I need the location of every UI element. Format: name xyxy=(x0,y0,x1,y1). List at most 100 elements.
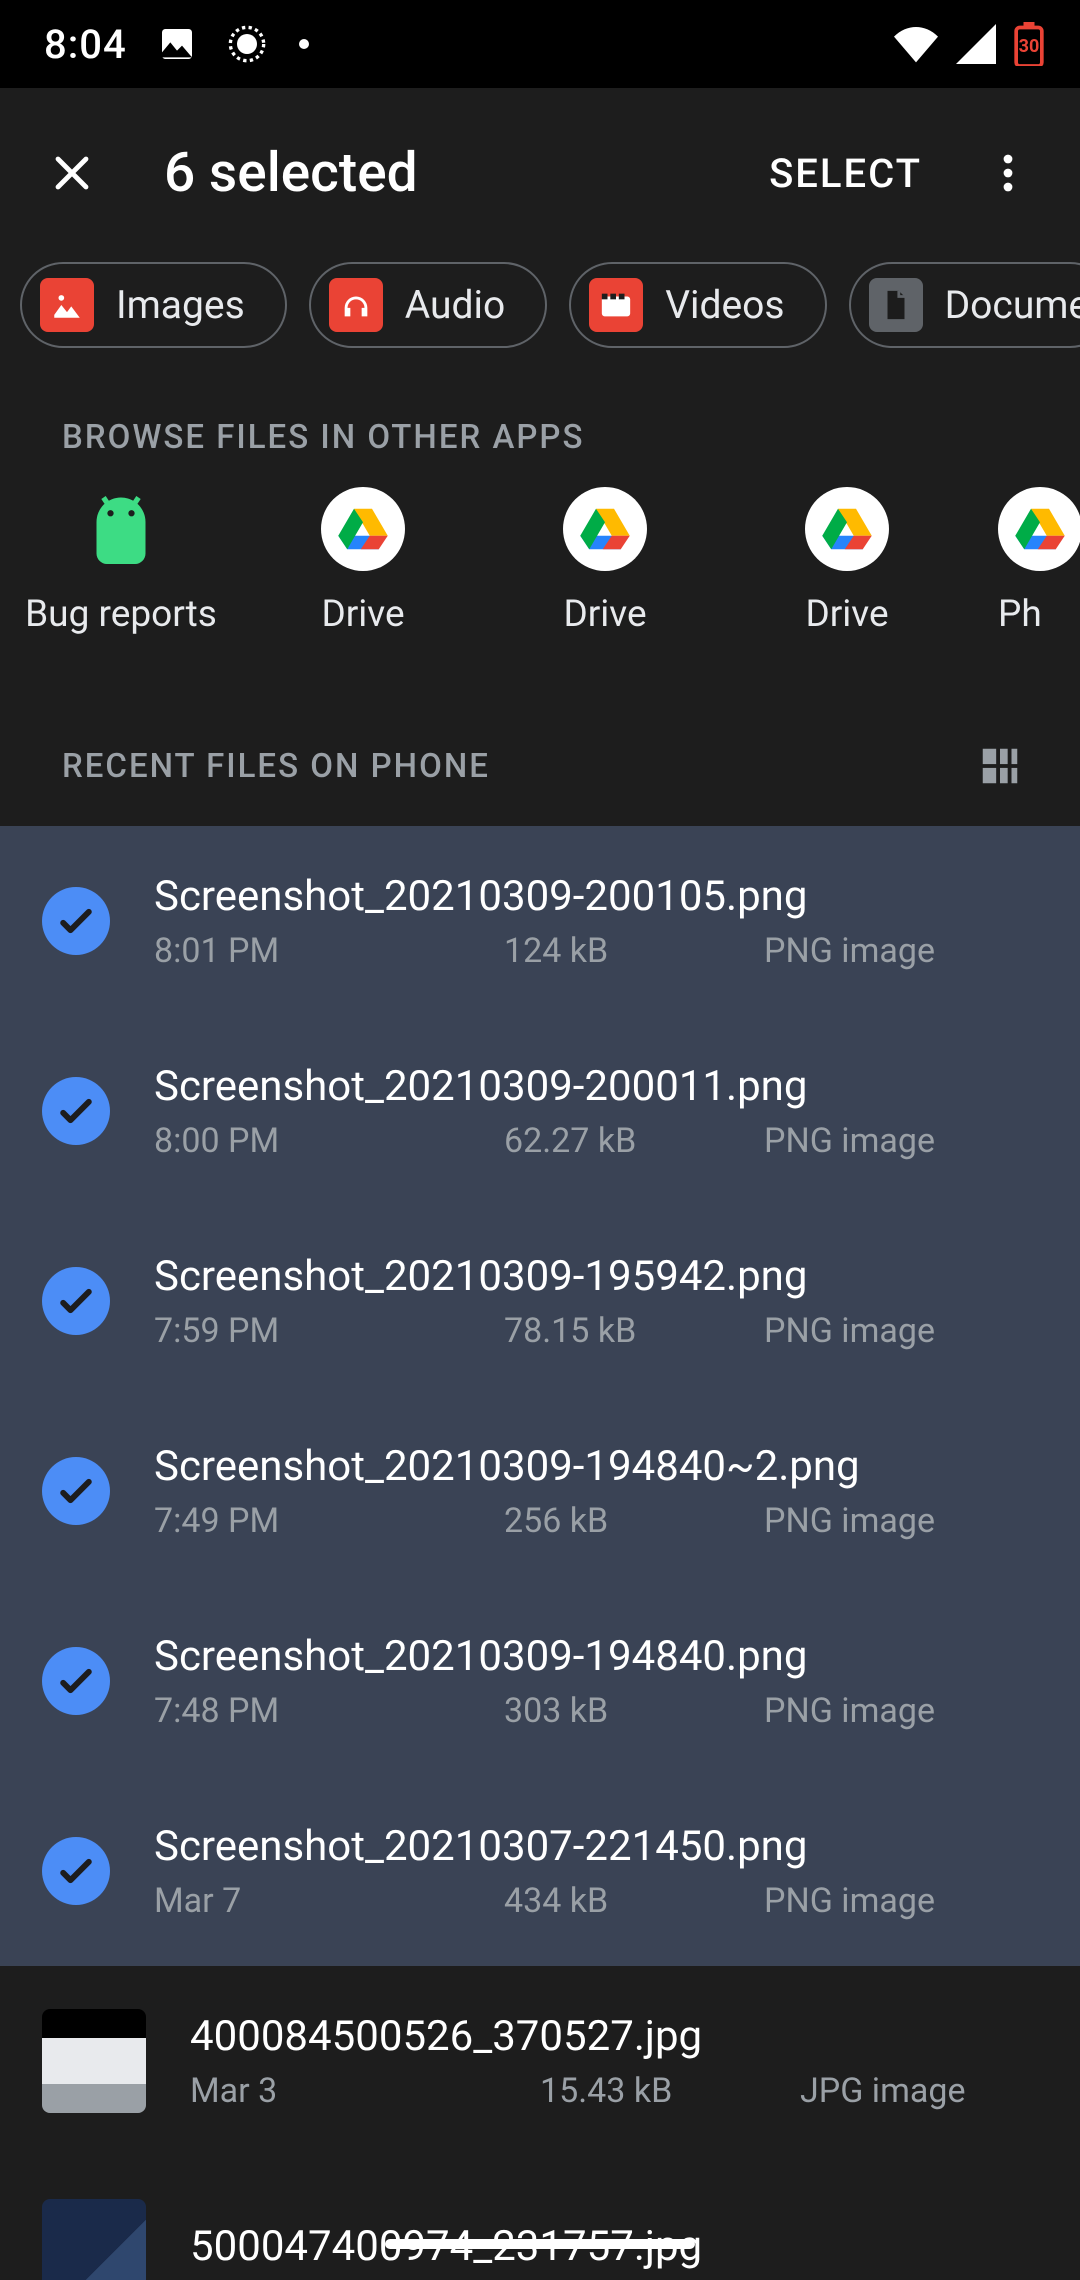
app-label: Drive xyxy=(321,593,404,636)
file-time: Mar 3 xyxy=(190,2071,540,2111)
file-meta: 8:00 PM62.27 kBPNG image xyxy=(154,1121,1032,1161)
app-drive-1[interactable]: Drive xyxy=(242,487,484,636)
chip-label: Documen xyxy=(945,282,1080,328)
status-clock: 8:04 xyxy=(44,21,127,68)
file-row[interactable]: Screenshot_20210309-200011.png 8:00 PM62.… xyxy=(0,1016,1080,1206)
file-time: Mar 7 xyxy=(154,1881,504,1921)
file-meta: 7:48 PM303 kBPNG image xyxy=(154,1691,1032,1731)
file-name: 400084500526_370527.jpg xyxy=(190,2012,1032,2061)
file-size: 62.27 kB xyxy=(504,1121,764,1161)
drive-icon xyxy=(998,487,1080,571)
file-meta: 7:49 PM256 kBPNG image xyxy=(154,1501,1032,1541)
file-name: Screenshot_20210309-195942.png xyxy=(154,1252,1032,1301)
file-time: 7:49 PM xyxy=(154,1501,504,1541)
close-icon xyxy=(48,149,96,197)
file-info: Screenshot_20210309-195942.png 7:59 PM78.… xyxy=(154,1252,1032,1351)
file-name: Screenshot_20210307-221450.png xyxy=(154,1822,1032,1871)
chip-label: Images xyxy=(116,282,245,328)
videos-icon xyxy=(589,278,643,332)
file-name: Screenshot_20210309-194840.png xyxy=(154,1632,1032,1681)
file-row[interactable]: Screenshot_20210309-194840.png 7:48 PM303… xyxy=(0,1586,1080,1776)
file-row[interactable]: Screenshot_20210309-195942.png 7:59 PM78.… xyxy=(0,1206,1080,1396)
file-info: Screenshot_20210309-200011.png 8:00 PM62.… xyxy=(154,1062,1032,1161)
battery-badge: 30 xyxy=(1014,36,1044,57)
drive-icon xyxy=(805,487,889,571)
grid-view-button[interactable] xyxy=(970,736,1030,796)
app-drive-2[interactable]: Drive xyxy=(484,487,726,636)
file-time: 7:48 PM xyxy=(154,1691,504,1731)
file-type: PNG image xyxy=(764,1501,1032,1541)
file-size: 78.15 kB xyxy=(504,1311,764,1351)
selected-check-icon xyxy=(42,1267,110,1335)
selected-check-icon xyxy=(42,1647,110,1715)
cellular-icon xyxy=(956,24,996,64)
file-type: PNG image xyxy=(764,931,1032,971)
app-label: Drive xyxy=(563,593,646,636)
app-bar: 6 selected SELECT xyxy=(0,88,1080,258)
system-nav-bar xyxy=(0,2208,1080,2280)
section-title-other-apps: BROWSE FILES IN OTHER APPS xyxy=(0,374,1080,487)
dot-icon xyxy=(297,37,311,51)
chip-images[interactable]: Images xyxy=(20,262,287,348)
file-type-chips: Images Audio Videos Documen xyxy=(0,258,1080,374)
file-info: Screenshot_20210309-194840~2.png 7:49 PM2… xyxy=(154,1442,1032,1541)
file-info: Screenshot_20210307-221450.png Mar 7434 k… xyxy=(154,1822,1032,1921)
grid-icon xyxy=(977,743,1023,789)
file-size: 303 kB xyxy=(504,1691,764,1731)
file-row[interactable]: Screenshot_20210309-200105.png 8:01 PM124… xyxy=(0,826,1080,1016)
file-thumbnail xyxy=(42,2009,146,2113)
drive-icon xyxy=(321,487,405,571)
chip-label: Audio xyxy=(405,282,505,328)
overflow-menu-button[interactable] xyxy=(964,129,1052,217)
file-time: 7:59 PM xyxy=(154,1311,504,1351)
recent-title-text: RECENT FILES ON PHONE xyxy=(62,747,490,786)
select-button[interactable]: SELECT xyxy=(757,150,934,197)
android-icon xyxy=(79,487,163,571)
file-name: Screenshot_20210309-194840~2.png xyxy=(154,1442,1032,1491)
more-vert-icon xyxy=(984,149,1032,197)
file-meta: Mar 7434 kBPNG image xyxy=(154,1881,1032,1921)
wifi-icon xyxy=(894,24,938,64)
file-size: 15.43 kB xyxy=(540,2071,800,2111)
chip-documents[interactable]: Documen xyxy=(849,262,1080,348)
selected-check-icon xyxy=(42,887,110,955)
battery-icon: 30 xyxy=(1014,22,1044,66)
file-time: 8:00 PM xyxy=(154,1121,504,1161)
section-title-recent: RECENT FILES ON PHONE xyxy=(0,676,1080,826)
file-info: Screenshot_20210309-194840.png 7:48 PM303… xyxy=(154,1632,1032,1731)
documents-icon xyxy=(869,278,923,332)
file-type: PNG image xyxy=(764,1691,1032,1731)
audio-icon xyxy=(329,278,383,332)
other-apps-row: Bug reports Drive Drive Drive Ph xyxy=(0,487,1080,676)
file-row[interactable]: Screenshot_20210307-221450.png Mar 7434 k… xyxy=(0,1776,1080,1966)
file-size: 124 kB xyxy=(504,931,764,971)
file-type: PNG image xyxy=(764,1121,1032,1161)
file-meta: Mar 315.43 kBJPG image xyxy=(190,2071,1032,2111)
file-name: Screenshot_20210309-200011.png xyxy=(154,1062,1032,1111)
app-bug-reports[interactable]: Bug reports xyxy=(0,487,242,636)
recent-file-list: Screenshot_20210309-200105.png 8:01 PM124… xyxy=(0,826,1080,2280)
selected-check-icon xyxy=(42,1837,110,1905)
chip-audio[interactable]: Audio xyxy=(309,262,547,348)
page-title: 6 selected xyxy=(146,141,727,205)
signal-app-icon xyxy=(227,24,267,64)
app-drive-3[interactable]: Drive xyxy=(726,487,968,636)
file-info: 400084500526_370527.jpg Mar 315.43 kBJPG … xyxy=(190,2012,1032,2111)
file-row[interactable]: Screenshot_20210309-194840~2.png 7:49 PM2… xyxy=(0,1396,1080,1586)
status-bar: 8:04 30 xyxy=(0,0,1080,88)
app-photos-partial[interactable]: Ph xyxy=(968,487,1080,636)
app-label: Ph xyxy=(998,593,1042,636)
file-meta: 7:59 PM78.15 kBPNG image xyxy=(154,1311,1032,1351)
file-row[interactable]: 400084500526_370527.jpg Mar 315.43 kBJPG … xyxy=(0,1966,1080,2156)
picture-icon xyxy=(157,24,197,64)
file-meta: 8:01 PM124 kBPNG image xyxy=(154,931,1032,971)
home-gesture-pill[interactable] xyxy=(385,2239,695,2249)
file-name: Screenshot_20210309-200105.png xyxy=(154,872,1032,921)
file-type: PNG image xyxy=(764,1311,1032,1351)
selected-check-icon xyxy=(42,1077,110,1145)
file-time: 8:01 PM xyxy=(154,931,504,971)
close-button[interactable] xyxy=(28,129,116,217)
file-type: JPG image xyxy=(800,2071,1032,2111)
drive-icon xyxy=(563,487,647,571)
chip-videos[interactable]: Videos xyxy=(569,262,826,348)
